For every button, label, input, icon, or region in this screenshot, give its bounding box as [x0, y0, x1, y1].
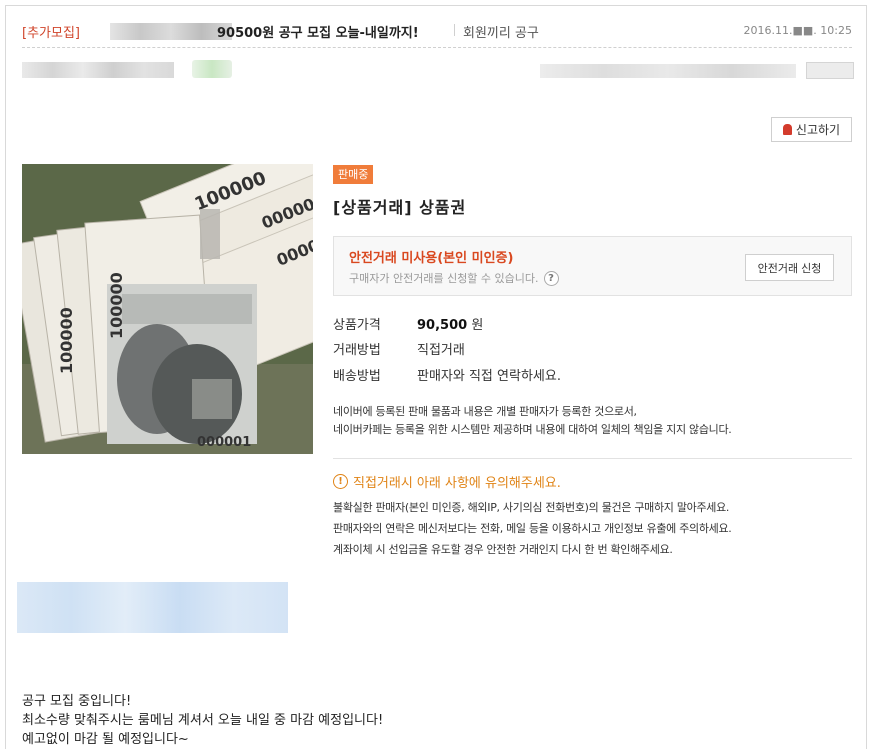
- banknotes-photo: 100000 000001 000001 000001 100000 10000…: [22, 164, 313, 454]
- blurred-title-prefix: [110, 23, 232, 40]
- price-value: 90,500: [417, 318, 468, 333]
- warning-line: 불확실한 판매자(본인 미인증, 해외IP, 사기의심 전화번호)의 물건은 구…: [333, 501, 730, 514]
- trade-method-value: 직접거래: [417, 343, 465, 358]
- notice-line: 네이버카페는 등록을 위한 시스템만 제공하며 내용에 대하여 일체의 책임을 …: [333, 423, 732, 436]
- title-divider: [454, 24, 455, 36]
- shipping-method-row: 배송방법 판매자와 직접 연락하세요.: [333, 365, 561, 384]
- status-badge: 판매중: [333, 165, 374, 184]
- note-value-text: 100000: [57, 307, 76, 374]
- price-label: 상품가격: [333, 318, 381, 333]
- blurred-author-badge: [192, 60, 232, 78]
- blurred-copy-button[interactable]: [806, 62, 854, 79]
- safe-trade-desc: 구매자가 안전거래를 신청할 수 있습니다. ?: [349, 270, 559, 286]
- note-serial-text: 000001: [197, 435, 251, 450]
- safe-trade-title: 안전거래 미사용(본인 미인증): [349, 251, 514, 266]
- warning-icon: !: [333, 474, 348, 489]
- notice-line: 네이버에 등록된 판매 물품과 내용은 개별 판매자가 등록한 것으로서,: [333, 405, 637, 418]
- board-link[interactable]: 회원끼리 공구: [463, 22, 539, 41]
- price-row: 상품가격 90,500 원: [333, 314, 483, 333]
- trade-method-label: 거래방법: [333, 343, 381, 358]
- note-value-text: 100000: [107, 272, 126, 339]
- safe-trade-desc-text: 구매자가 안전거래를 신청할 수 있습니다.: [349, 272, 539, 285]
- help-icon[interactable]: ?: [543, 270, 559, 286]
- safe-trade-box: 안전거래 미사용(본인 미인증) 구매자가 안전거래를 신청할 수 있습니다. …: [333, 236, 852, 296]
- post-body: 공구 모집 중입니다! 최소수량 맞춰주시는 룸메님 계셔서 오늘 내일 중 마…: [22, 692, 383, 749]
- post-header: [추가모집] 90500원 공구 모집 오늘-내일까지! 회원끼리 공구 201…: [22, 22, 852, 48]
- safe-trade-request-button[interactable]: 안전거래 신청: [745, 254, 834, 281]
- body-line: 예고없이 마감 될 예정입니다~: [22, 732, 189, 747]
- warning-line: 판매자와의 연락은 메신저보다는 전화, 메일 등을 이용하시고 개인정보 유출…: [333, 522, 732, 535]
- report-label: 신고하기: [795, 123, 841, 137]
- body-line: 공구 모집 중입니다!: [22, 694, 132, 709]
- shipping-method-value: 판매자와 직접 연락하세요.: [417, 369, 561, 384]
- trade-method-row: 거래방법 직접거래: [333, 339, 465, 358]
- warning-line: 계좌이체 시 선입금을 유도할 경우 안전한 거래인지 다시 한 번 확인해주세…: [333, 543, 673, 556]
- blurred-author[interactable]: [22, 62, 174, 78]
- product-title: [상품거래] 상품권: [333, 198, 467, 217]
- price-unit: 원: [471, 318, 484, 333]
- post-tag: [추가모집]: [22, 26, 80, 41]
- warning-list: 불확실한 판매자(본인 미인증, 해외IP, 사기의심 전화번호)의 물건은 구…: [333, 497, 732, 560]
- blurred-banner[interactable]: [17, 582, 288, 633]
- siren-icon: [782, 124, 792, 135]
- blurred-post-url[interactable]: [540, 64, 796, 78]
- body-line: 최소수량 맞춰주시는 룸메님 계셔서 오늘 내일 중 마감 예정입니다!: [22, 713, 384, 728]
- post-title: 90500원 공구 모집 오늘-내일까지!: [217, 26, 419, 41]
- disclaimer-notice: 네이버에 등록된 판매 물품과 내용은 개별 판매자가 등록한 것으로서, 네이…: [333, 403, 732, 439]
- post-date: 2016.11.■■. 10:25: [743, 24, 852, 37]
- warning-heading: ! 직접거래시 아래 사항에 유의해주세요.: [333, 472, 561, 491]
- product-image[interactable]: 100000 000001 000001 000001 100000 10000…: [22, 164, 313, 454]
- section-divider: [333, 458, 852, 459]
- warning-title: 직접거래시 아래 사항에 유의해주세요.: [353, 476, 561, 491]
- report-button[interactable]: 신고하기: [771, 117, 852, 142]
- shipping-method-label: 배송방법: [333, 369, 381, 384]
